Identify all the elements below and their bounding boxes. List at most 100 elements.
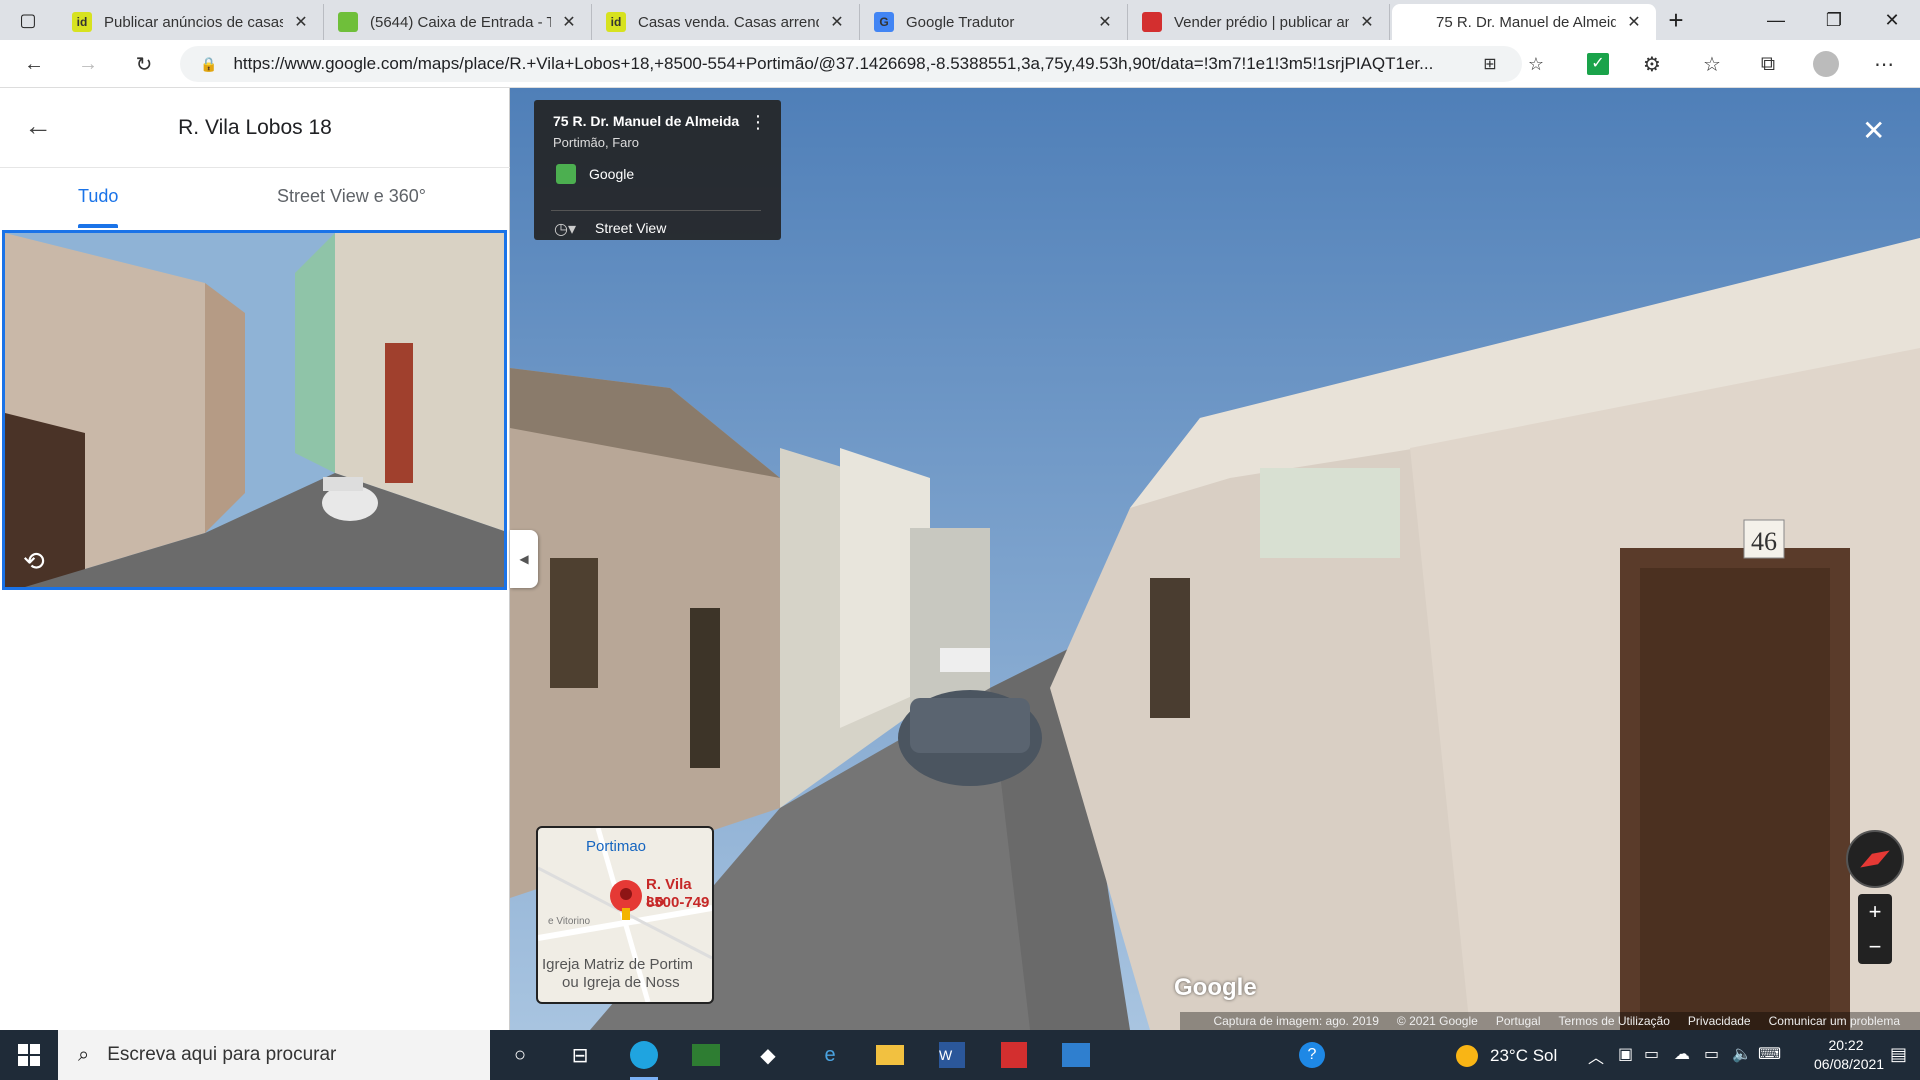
- minimap-label: Portimao: [586, 838, 647, 855]
- network-icon[interactable]: ▭: [1704, 1044, 1719, 1064]
- browser-tab[interactable]: 75 R. Dr. Manuel de Almeid ✕: [1392, 4, 1656, 40]
- device-icon[interactable]: ▣: [1618, 1044, 1633, 1064]
- minimap-street-label: e Vitorino: [548, 916, 591, 927]
- edge-icon[interactable]: [626, 1037, 662, 1080]
- mail-icon: [338, 12, 358, 32]
- tab-street-view-360[interactable]: Street View e 360°: [277, 186, 426, 207]
- tab-title: Google Tradutor: [906, 13, 1015, 31]
- tab-close-icon[interactable]: ✕: [291, 12, 311, 32]
- windows-start-icon[interactable]: [0, 1030, 58, 1080]
- internet-explorer-icon[interactable]: e: [812, 1037, 848, 1073]
- tab-close-icon[interactable]: ✕: [559, 12, 579, 32]
- maximize-button[interactable]: ❐: [1806, 0, 1862, 40]
- close-street-view-icon[interactable]: ✕: [1862, 114, 1885, 147]
- tab-close-icon[interactable]: ✕: [1357, 12, 1377, 32]
- tab-title: 75 R. Dr. Manuel de Almeid: [1436, 13, 1616, 31]
- country-link[interactable]: Portugal: [1496, 1014, 1541, 1028]
- extension-check-icon[interactable]: ✓: [1580, 46, 1616, 82]
- browser-tab[interactable]: G Google Tradutor ✕: [862, 4, 1128, 40]
- chevron-up-icon[interactable]: ︿: [1588, 1044, 1604, 1068]
- lock-icon: 🔒: [200, 55, 218, 72]
- windows-taskbar: ⌕ Escreva aqui para procurar ○ ⊟ ◆ e W ?…: [0, 1030, 1920, 1080]
- cortana-icon[interactable]: ○: [502, 1037, 538, 1073]
- terms-link[interactable]: Termos de Utilização: [1559, 1014, 1670, 1028]
- keyboard-layout-icon[interactable]: ⌨: [1758, 1044, 1781, 1064]
- street-view-info-card: 75 R. Dr. Manuel de Almeida Portimão, Fa…: [534, 100, 781, 240]
- excel-like-app-icon[interactable]: [688, 1037, 724, 1073]
- minimap-postcode-label: 8500-749: [646, 894, 710, 911]
- battery-icon[interactable]: ▭: [1644, 1044, 1659, 1064]
- browser-tab[interactable]: Vender prédio | publicar an ✕: [1130, 4, 1390, 40]
- google-maps-icon: [556, 164, 576, 184]
- idealista-icon: id: [606, 12, 626, 32]
- tab-all[interactable]: Tudo: [78, 186, 118, 207]
- new-tab-button[interactable]: +: [1648, 0, 1704, 40]
- clock-date: 06/08/2021: [1814, 1056, 1885, 1072]
- add-favorite-icon[interactable]: ☆: [1518, 46, 1554, 82]
- help-icon[interactable]: ?: [1294, 1037, 1330, 1073]
- weather-widget[interactable]: 23°C Sol: [1456, 1045, 1557, 1067]
- close-window-button[interactable]: ✕: [1864, 0, 1920, 40]
- url-text[interactable]: https://www.google.com/maps/place/R.+Vil…: [233, 54, 1522, 74]
- divider: [551, 210, 761, 211]
- zoom-out-button[interactable]: −: [1858, 929, 1892, 964]
- collections-icon[interactable]: ⧉: [1750, 46, 1786, 82]
- browser-tab[interactable]: id Publicar anúncios de casas ✕: [60, 4, 324, 40]
- forward-icon[interactable]: →: [70, 46, 106, 82]
- windows-logo: [18, 1044, 40, 1066]
- profile-avatar[interactable]: [1808, 46, 1844, 82]
- sv-source: Google: [589, 166, 635, 182]
- photos-icon[interactable]: [1058, 1037, 1094, 1073]
- tab-title: Vender prédio | publicar an: [1174, 13, 1349, 31]
- zoom-in-button[interactable]: +: [1858, 894, 1892, 929]
- search-placeholder: Escreva aqui para procurar: [107, 1044, 337, 1065]
- acrobat-icon[interactable]: [996, 1037, 1032, 1073]
- browser-toolbar: ← → ↻ 🔒 https://www.google.com/maps/plac…: [0, 40, 1920, 88]
- task-view-icon[interactable]: ⊟: [562, 1037, 598, 1073]
- place-title: R. Vila Lobos 18: [178, 116, 332, 139]
- taskbar-search[interactable]: ⌕ Escreva aqui para procurar: [58, 1030, 490, 1080]
- notifications-icon[interactable]: ▤: [1890, 1044, 1907, 1065]
- weather-text: 23°C Sol: [1490, 1046, 1558, 1065]
- more-options-icon[interactable]: ⋮: [749, 112, 767, 133]
- address-bar[interactable]: 🔒 https://www.google.com/maps/place/R.+V…: [180, 46, 1522, 82]
- tab-close-icon[interactable]: ✕: [1624, 12, 1644, 32]
- volume-icon[interactable]: 🔈: [1732, 1044, 1752, 1064]
- sv-mode-label: Street View: [595, 220, 667, 236]
- tab-close-icon[interactable]: ✕: [1095, 12, 1115, 32]
- street-view-thumbnail[interactable]: ⟲: [2, 230, 507, 590]
- minimize-button[interactable]: —: [1748, 0, 1804, 40]
- time-travel-icon[interactable]: ◷▾: [554, 219, 576, 239]
- browser-tab-strip: ▢ id Publicar anúncios de casas ✕ (5644) Ca…: [0, 0, 1920, 40]
- tab-actions-icon[interactable]: ▢: [0, 0, 56, 40]
- file-explorer-icon[interactable]: [872, 1037, 908, 1073]
- word-icon[interactable]: W: [934, 1037, 970, 1073]
- capture-date: Captura de imagem: ago. 2019: [1213, 1014, 1379, 1028]
- dropbox-icon[interactable]: ◆: [750, 1037, 786, 1073]
- panel-header: ← R. Vila Lobos 18: [0, 88, 510, 168]
- favorites-icon[interactable]: ☆: [1694, 46, 1730, 82]
- map-footer: Captura de imagem: ago. 2019 © 2021 Goog…: [1180, 1012, 1920, 1030]
- minimap[interactable]: Portimao R. Vila Lo 8500-749 e Vitorino …: [536, 826, 714, 1004]
- compass-needle: [1860, 850, 1890, 868]
- google-watermark: Google: [1174, 974, 1257, 1001]
- privacy-link[interactable]: Privacidade: [1688, 1014, 1751, 1028]
- app-available-icon[interactable]: ⊞: [1472, 46, 1508, 82]
- clock-time: 20:22: [1828, 1037, 1864, 1053]
- zoom-control: + −: [1858, 894, 1892, 964]
- cloud-icon[interactable]: ☁: [1674, 1044, 1690, 1064]
- report-problem-link[interactable]: Comunicar um problema: [1769, 1014, 1900, 1028]
- browser-tab[interactable]: id Casas venda. Casas arrenda ✕: [594, 4, 860, 40]
- back-icon[interactable]: ←: [16, 46, 52, 82]
- collapse-panel-button[interactable]: ◀: [510, 530, 538, 588]
- tab-close-icon[interactable]: ✕: [827, 12, 847, 32]
- compass-icon[interactable]: [1846, 830, 1904, 888]
- more-menu-icon[interactable]: ⋯: [1866, 46, 1902, 82]
- extensions-icon[interactable]: ⚙: [1634, 46, 1670, 82]
- maps-pin-icon: [1404, 12, 1424, 32]
- browser-tab[interactable]: (5644) Caixa de Entrada - Te ✕: [326, 4, 592, 40]
- system-clock[interactable]: 20:22 06/08/2021: [1814, 1036, 1885, 1074]
- refresh-icon[interactable]: ↻: [126, 46, 162, 82]
- sv-city: Portimão, Faro: [553, 135, 639, 150]
- tab-title: Publicar anúncios de casas: [104, 13, 283, 31]
